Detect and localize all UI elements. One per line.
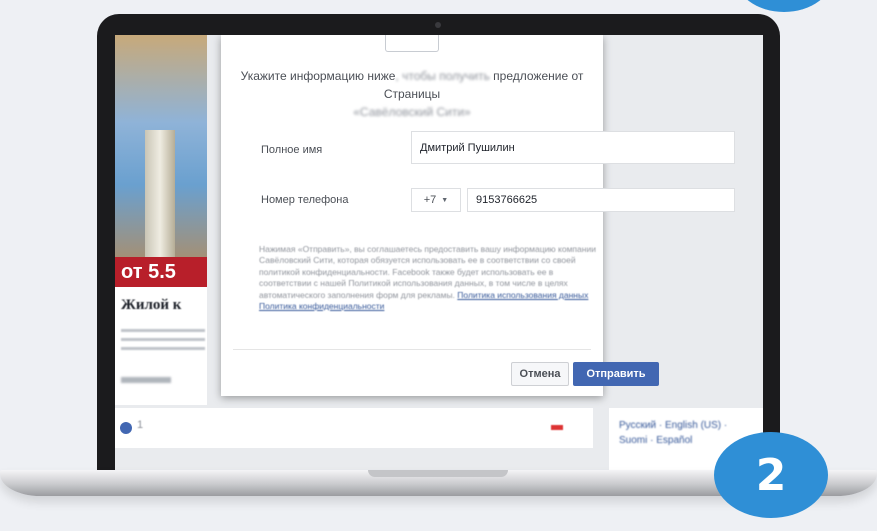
country-code-select[interactable]: +7 ▼: [411, 188, 461, 212]
step-number-badge: 2: [714, 432, 828, 518]
reaction-bar: 1: [115, 408, 593, 448]
full-name-label: Полное имя: [261, 144, 323, 156]
ad-image: [115, 35, 207, 285]
heading-blurred-text: , чтобы получить: [395, 69, 490, 83]
reaction-count: 1: [137, 419, 144, 431]
phone-label: Номер телефона: [261, 194, 349, 206]
dialog-heading: Укажите информацию ниже, чтобы получить …: [239, 67, 585, 121]
ad-domain: [121, 377, 171, 383]
heading-text: Укажите информацию ниже: [240, 69, 396, 83]
cancel-button[interactable]: Отмена: [511, 362, 569, 386]
ad-title: Жилой к: [121, 297, 182, 313]
page-icon: [385, 35, 439, 52]
flag-icon[interactable]: [551, 420, 563, 430]
privacy-policy-link[interactable]: Политика конфиденциальности: [259, 301, 384, 311]
submit-button[interactable]: Отправить: [573, 362, 659, 386]
laptop-screen: от 5.5 Жилой к 1 Русский · English (US) …: [115, 35, 763, 476]
like-icon: [120, 422, 132, 434]
lead-form-dialog: Укажите информацию ниже, чтобы получить …: [221, 35, 735, 396]
phone-input[interactable]: 9153766625: [467, 188, 735, 212]
data-policy-link[interactable]: Политика использования данных: [457, 290, 588, 300]
page-name: «Савёловский Сити»: [353, 105, 471, 119]
consent-text: Нажимая «Отправить», вы соглашаетесь пре…: [259, 244, 599, 312]
ad-description: [121, 329, 205, 355]
ad-price-banner: от 5.5: [115, 257, 207, 287]
footer-divider: [233, 349, 591, 350]
camera-dot: [435, 22, 441, 28]
ad-card[interactable]: от 5.5 Жилой к: [115, 35, 207, 405]
laptop: от 5.5 Жилой к 1 Русский · English (US) …: [97, 14, 780, 494]
full-name-input[interactable]: Дмитрий Пушилин: [411, 131, 735, 164]
laptop-notch: [368, 470, 508, 477]
country-code-value: +7: [423, 194, 437, 206]
decorative-circle: [734, 0, 834, 12]
chevron-down-icon: ▼: [441, 196, 449, 204]
